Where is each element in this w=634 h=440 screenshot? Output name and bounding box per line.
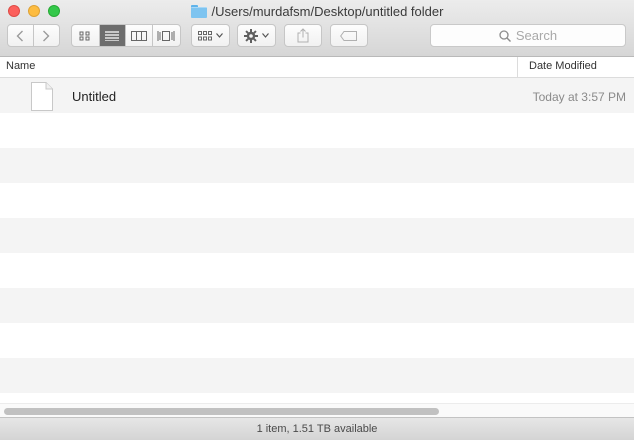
empty-row — [0, 253, 634, 288]
horizontal-scrollbar[interactable] — [0, 403, 634, 417]
share-icon — [297, 28, 309, 43]
back-button[interactable] — [8, 25, 34, 46]
empty-row — [0, 358, 634, 393]
file-row[interactable]: Untitled Today at 3:57 PM — [0, 78, 634, 113]
file-list: Untitled Today at 3:57 PM — [0, 78, 634, 403]
file-date-modified: Today at 3:57 PM — [532, 90, 626, 104]
icon-view-icon — [79, 31, 90, 40]
search-icon — [499, 29, 511, 42]
search-placeholder: Search — [515, 28, 558, 43]
view-mode-control — [71, 24, 181, 47]
arrange-button[interactable] — [191, 24, 230, 47]
titlebar: /Users/murdafsm/Desktop/untitled folder — [0, 0, 634, 57]
cover-flow-icon — [157, 30, 175, 41]
document-icon — [31, 82, 53, 111]
share-button[interactable] — [284, 24, 322, 47]
search-field[interactable]: Search — [430, 24, 626, 47]
tag-icon — [340, 30, 357, 41]
column-date-modified-header[interactable]: Date Modified — [529, 60, 597, 72]
tags-button[interactable] — [330, 24, 368, 47]
status-text: 1 item, 1.51 TB available — [256, 423, 378, 435]
forward-button[interactable] — [34, 25, 59, 46]
status-bar: 1 item, 1.51 TB available — [0, 417, 634, 440]
list-view-icon — [105, 30, 120, 41]
empty-row — [0, 288, 634, 323]
empty-row — [0, 218, 634, 253]
column-name-header[interactable]: Name — [6, 60, 35, 72]
icon-view-button[interactable] — [72, 25, 100, 46]
window-title: /Users/murdafsm/Desktop/untitled folder — [211, 3, 444, 19]
chevron-right-icon — [43, 30, 50, 41]
action-button[interactable] — [237, 24, 276, 47]
column-divider[interactable] — [517, 57, 518, 77]
list-view-button[interactable] — [99, 25, 127, 46]
empty-row — [0, 113, 634, 148]
chevron-left-icon — [16, 30, 24, 41]
cover-flow-view-button[interactable] — [153, 25, 180, 46]
empty-row — [0, 183, 634, 218]
finder-window: /Users/murdafsm/Desktop/untitled folder — [0, 0, 634, 440]
file-name[interactable]: Untitled — [72, 89, 116, 104]
chevron-down-icon — [216, 33, 223, 38]
empty-row — [0, 323, 634, 358]
empty-row — [0, 148, 634, 183]
column-view-icon — [130, 30, 147, 41]
scrollbar-thumb[interactable] — [4, 408, 439, 415]
column-header: Name Date Modified — [0, 57, 634, 78]
arrange-grid-icon — [198, 30, 212, 40]
empty-row — [0, 393, 634, 403]
gear-icon — [244, 28, 258, 43]
chevron-down-icon — [262, 33, 269, 38]
nav-buttons — [7, 24, 60, 47]
column-view-button[interactable] — [126, 25, 153, 46]
window-title-container: /Users/murdafsm/Desktop/untitled folder — [0, 3, 634, 19]
folder-icon — [190, 4, 207, 18]
